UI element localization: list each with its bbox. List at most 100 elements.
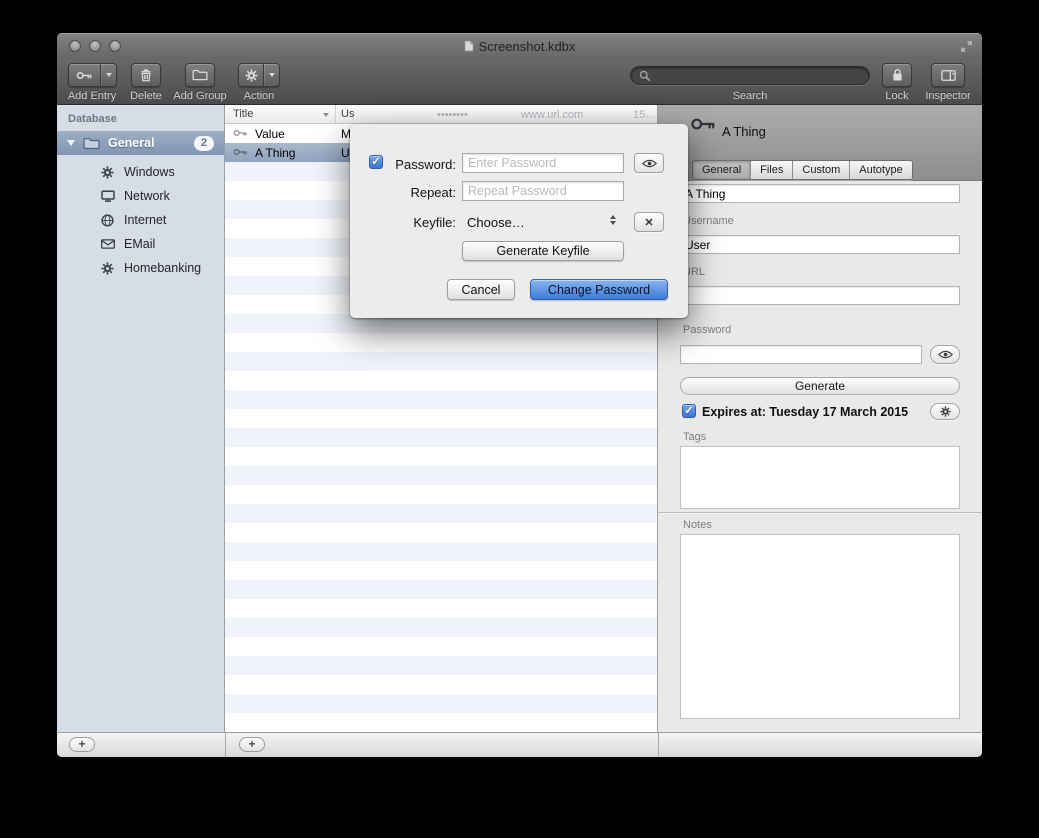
delete-button[interactable] — [131, 63, 161, 87]
sidebar-item-label: Windows — [124, 165, 175, 179]
generate-keyfile-button[interactable]: Generate Keyfile — [462, 241, 624, 261]
peek-modified: 15… — [633, 109, 656, 121]
password-label: Password — [683, 324, 731, 336]
notes-label: Notes — [683, 519, 712, 531]
search-icon — [639, 70, 651, 82]
peek-password: •••••••• — [437, 109, 468, 121]
entry-list-header: Title Us •••••••• www.url.com 15… — [225, 105, 657, 124]
disclosure-triangle-icon[interactable] — [67, 140, 75, 146]
sidebar-item-label: General — [108, 136, 194, 150]
key-plus-icon — [69, 64, 100, 86]
fullscreen-icon[interactable] — [961, 41, 972, 52]
window-title: Screenshot.kdbx — [479, 39, 576, 54]
repeat-password-input[interactable] — [462, 181, 624, 201]
column-header-username[interactable]: Us — [341, 108, 354, 120]
repeat-label: Repeat: — [386, 185, 456, 200]
count-badge: 2 — [194, 136, 214, 151]
cancel-button[interactable]: Cancel — [447, 279, 515, 300]
key-icon — [233, 147, 248, 157]
inspector-label: Inspector — [925, 90, 970, 102]
sidebar-item-homebanking[interactable]: Homebanking — [57, 256, 224, 280]
password-checkbox-checked-icon[interactable]: ✓ — [369, 155, 383, 169]
monitor-icon — [100, 190, 115, 202]
sidebar-item-label: Internet — [124, 213, 166, 227]
action-button[interactable] — [238, 63, 280, 87]
generate-password-button[interactable]: Generate — [680, 377, 960, 395]
url-field[interactable] — [680, 286, 960, 305]
titlebar: Screenshot.kdbx — [57, 33, 982, 59]
divider — [658, 512, 982, 513]
tags-input[interactable] — [680, 446, 960, 509]
sidebar-item-windows[interactable]: Windows — [57, 160, 224, 184]
clear-keyfile-button[interactable]: ✕ — [634, 212, 664, 232]
tab-files[interactable]: Files — [750, 161, 792, 179]
gear-icon — [100, 166, 115, 179]
chevron-down-icon[interactable] — [264, 64, 279, 86]
inspector-panel-icon — [941, 70, 956, 81]
username-field[interactable] — [680, 235, 960, 254]
action-label: Action — [244, 90, 275, 102]
add-group-button[interactable] — [185, 63, 215, 87]
sidebar: Database General 2 Windows — [57, 105, 225, 732]
keyfile-popup-value: Choose… — [467, 215, 525, 230]
entry-title: A Thing — [255, 146, 295, 160]
padlock-icon — [892, 68, 903, 82]
peek-url: www.url.com — [521, 109, 583, 121]
keyfile-label: Keyfile: — [386, 215, 456, 230]
search-input[interactable] — [656, 68, 861, 84]
sidebar-item-general[interactable]: General 2 — [57, 131, 224, 155]
toolbar: Add Entry Delete Add Group Actio — [57, 59, 982, 105]
search-label: Search — [733, 90, 768, 102]
sidebar-item-network[interactable]: Network — [57, 184, 224, 208]
chevron-down-icon[interactable] — [101, 64, 116, 86]
sidebar-item-email[interactable]: EMail — [57, 232, 224, 256]
inspector-button[interactable] — [931, 63, 965, 87]
password-field[interactable] — [680, 345, 922, 364]
column-header-title[interactable]: Title — [233, 108, 253, 120]
tags-label: Tags — [683, 431, 706, 443]
add-entry-label: Add Entry — [68, 90, 116, 102]
change-password-button[interactable]: Change Password — [530, 279, 668, 300]
password-label: Password: — [386, 157, 456, 172]
key-icon — [690, 115, 717, 138]
globe-icon — [100, 214, 115, 227]
tab-custom[interactable]: Custom — [792, 161, 849, 179]
title-field[interactable] — [680, 184, 960, 203]
keyfile-popup[interactable]: Choose… — [462, 212, 624, 232]
password-input[interactable] — [462, 153, 624, 173]
sidebar-item-internet[interactable]: Internet — [57, 208, 224, 232]
search-field[interactable] — [630, 66, 870, 85]
stepper-arrows-icon — [610, 215, 616, 225]
add-entry-plus-button[interactable]: + — [239, 737, 265, 752]
lock-button[interactable] — [882, 63, 912, 87]
expires-checkbox-checked-icon[interactable]: ✓ — [682, 404, 696, 418]
trash-icon — [140, 68, 152, 82]
key-icon — [233, 128, 248, 138]
reveal-password-button[interactable] — [634, 153, 664, 173]
reveal-password-button[interactable] — [930, 345, 960, 364]
folder-icon — [83, 137, 100, 150]
sidebar-item-label: Network — [124, 189, 170, 203]
inspector-tabs: General Files Custom Autotype — [692, 160, 913, 180]
tab-general[interactable]: General — [693, 161, 750, 179]
screen: Screenshot.kdbx Add Entry Delete — [0, 0, 1039, 838]
add-entry-button[interactable] — [68, 63, 117, 87]
envelope-icon — [100, 239, 115, 249]
inspector-entry-title: A Thing — [722, 124, 766, 139]
sidebar-item-label: EMail — [124, 237, 155, 251]
add-group-plus-button[interactable]: + — [69, 737, 95, 752]
change-password-dialog: ✓ Password: Repeat: Keyfile: Choose… ✕ G… — [350, 124, 688, 318]
notes-input[interactable] — [680, 534, 960, 719]
expires-gear-button[interactable] — [930, 403, 960, 420]
gear-icon — [100, 262, 115, 275]
document-icon — [464, 40, 474, 52]
inspector-panel: A Thing General Files Custom Autotype Us… — [658, 105, 982, 732]
tab-autotype[interactable]: Autotype — [849, 161, 911, 179]
expires-label: Expires at: Tuesday 17 March 2015 — [702, 405, 908, 419]
entry-title: Value — [255, 127, 285, 141]
gear-icon — [940, 406, 951, 417]
username-label: Username — [683, 215, 734, 227]
eye-icon — [938, 350, 953, 359]
folder-icon — [192, 69, 208, 81]
sort-indicator-icon — [323, 113, 329, 117]
